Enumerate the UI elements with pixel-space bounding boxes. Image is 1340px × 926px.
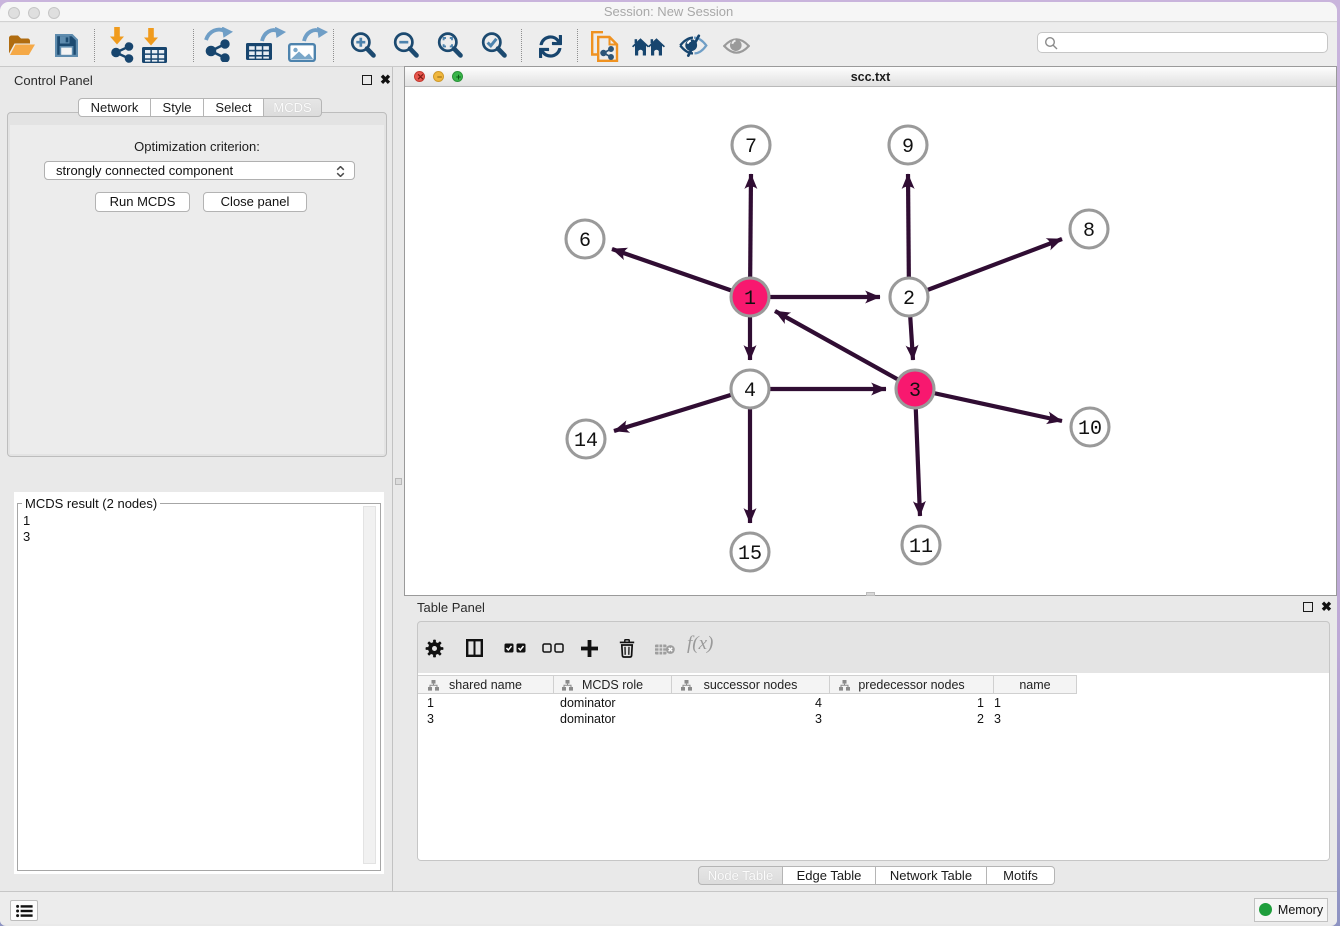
svg-text:1: 1 (744, 288, 756, 311)
svg-text:14: 14 (574, 430, 598, 453)
svg-text:15: 15 (738, 543, 762, 566)
svg-text:10: 10 (1078, 418, 1102, 441)
svg-text:11: 11 (909, 536, 933, 559)
svg-text:6: 6 (579, 230, 591, 253)
svg-text:8: 8 (1083, 220, 1095, 243)
svg-text:3: 3 (909, 380, 921, 403)
svg-text:7: 7 (745, 136, 757, 159)
svg-text:4: 4 (744, 380, 756, 403)
svg-text:9: 9 (902, 136, 914, 159)
svg-text:2: 2 (903, 288, 915, 311)
